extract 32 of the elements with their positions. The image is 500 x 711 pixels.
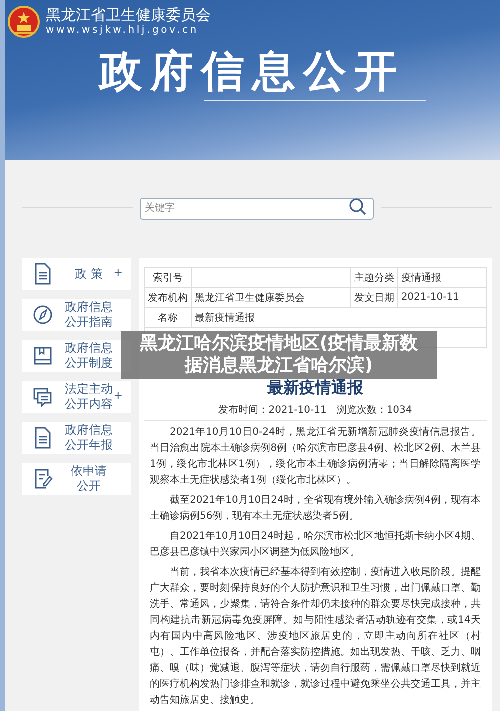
table-cell: 发文日期	[350, 288, 398, 308]
article-title: 最新疫情通报	[266, 378, 364, 399]
sidebar-item[interactable]: 政 策 +	[22, 258, 131, 290]
publish-info: 发布时间：2021-10-11 浏览次数：1034	[218, 404, 414, 417]
chat-icon	[33, 386, 53, 408]
search-icon[interactable]	[349, 198, 367, 216]
article-paragraph: 自2021年10月10日24时起，哈尔滨市松北区地恒托斯卡纳小区4期、巴彦县巴彦镇中兴家园小区调整为低风险地区。	[150, 530, 481, 560]
table-cell: 主题分类	[350, 268, 398, 288]
table-cell: 发布机构	[144, 288, 192, 308]
compass-icon	[33, 304, 53, 326]
table-cell: 最新疫情通报	[192, 308, 486, 328]
table-cell: 2021-10-11	[398, 288, 486, 308]
document-icon	[33, 427, 53, 449]
site-url: www.wsjkw.hlj.gov.cn	[46, 24, 200, 38]
search-field[interactable]: 关键字	[140, 198, 374, 220]
article-paragraph: 截至2021年10月10日24时，全省现有境外输入确诊病例4例，现有本土确诊病例56例，现有本土无症状感染者5例。	[150, 494, 481, 524]
table-cell: 黑龙江省卫生健康委员会	[192, 288, 351, 308]
table-cell: 索引号	[144, 268, 192, 288]
caption-overlay: 黑龙江哈尔滨疫情地区(疫情最新数 据消息黑龙江省哈尔滨)	[121, 331, 437, 379]
banner-title: 政府信息公开	[100, 46, 406, 98]
site-name: 黑龙江省卫生健康委员会	[46, 6, 211, 24]
table-cell: 疫情通报	[398, 268, 486, 288]
sidebar-item[interactable]: 政府信息 公开指南	[22, 299, 131, 331]
sidebar-item[interactable]: 依申请 公开	[22, 463, 131, 495]
book-icon	[33, 345, 53, 367]
edit-icon	[33, 468, 53, 490]
article-paragraph: 当前，我省本次疫情已经基本得到有效控制，疫情进入收尾阶段。提醒广大群众，要时刻保持良好的个人防护意识和卫生习惯，出门佩戴口罩、勤洗手、常通风，少聚集，请符合条件却仍未接种的群众要尽快完成接种，共同构建抗击新冠病毒免疫屏障。如与阳性感染者活动轨迹有交集，或14天内有国内中高风险地区、涉疫地区旅居史的，立即主动向所在社区（村屯）、工作单位报备，并配合落实防控措施。如出现发热、干咳、乏力、咽痛、嗅（味）觉减退、腹泻等症状，请勿自行服药，需佩戴口罩尽快到就近的医疗机构发热门诊排查和就诊，就诊过程中避免乘坐公共交通工具，并主动告知旅居史、接触史。	[150, 566, 481, 708]
sidebar-item[interactable]: 政府信息 公开年报	[22, 422, 131, 454]
emblem-icon	[8, 6, 40, 38]
article-paragraph: 2021年10月10日0-24时，黑龙江省无新增新冠肺炎疫情信息报告。当日治愈出院本土确诊病例8例（哈尔滨市巴彦县4例、松北区2例、木兰县1例，绥化市北林区1例），绥化市本土确诊病例清零；当日解除隔离医学观察本土无症状感染者1例（绥化市北林区）。	[150, 426, 481, 488]
table-cell: 名称	[144, 308, 192, 328]
document-icon	[33, 263, 53, 285]
